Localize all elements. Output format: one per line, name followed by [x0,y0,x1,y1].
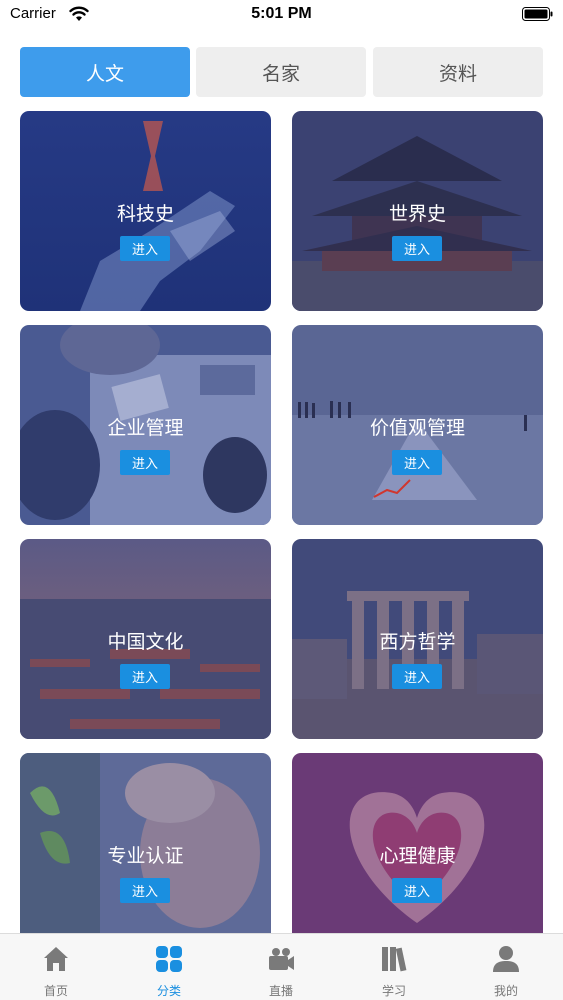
video-camera-icon [269,948,294,970]
tabbar-label: 学习 [381,984,406,998]
card-title: 企业管理 [107,417,184,439]
tabbar-item-study[interactable]: 学习 [338,934,450,1000]
home-icon [44,947,68,971]
enter-button[interactable]: 进入 [120,450,170,475]
books-icon [382,947,407,972]
tab-materials[interactable]: 资料 [373,47,543,97]
card-title: 西方哲学 [379,631,456,653]
card-title: 世界史 [388,203,446,225]
enter-button[interactable]: 进入 [120,664,170,689]
status-bar: Carrier 5:01 PM [0,0,563,30]
grid-icon [156,946,182,972]
card-tech-history[interactable]: 科技史 进入 [20,111,271,311]
bottom-tab-bar: 首页 分类 直播 学习 我的 [0,933,563,1000]
enter-button[interactable]: 进入 [392,878,442,903]
enter-button[interactable]: 进入 [120,236,170,261]
card-professional-certification[interactable]: 专业认证 进入 [20,753,271,953]
tabbar-item-live[interactable]: 直播 [225,934,337,1000]
enter-button[interactable]: 进入 [392,450,442,475]
card-western-philosophy[interactable]: 西方哲学 进入 [292,539,543,739]
tabbar-item-category[interactable]: 分类 [113,934,225,1000]
card-title: 中国文化 [107,631,184,653]
tabbar-label: 分类 [156,984,181,998]
card-title: 科技史 [116,203,174,225]
enter-button[interactable]: 进入 [392,664,442,689]
tabbar-item-home[interactable]: 首页 [0,934,112,1000]
enter-button[interactable]: 进入 [120,878,170,903]
card-chinese-culture[interactable]: 中国文化 进入 [20,539,271,739]
card-values-management[interactable]: 价值观管理 进入 [292,325,543,525]
tabbar-item-mine[interactable]: 我的 [450,934,562,1000]
person-icon [493,946,519,972]
tabbar-label: 我的 [493,984,518,998]
clock-time: 5:01 PM [251,5,312,22]
battery-icon [522,7,553,21]
tab-masters[interactable]: 名家 [196,47,366,97]
tab-humanities[interactable]: 人文 [20,47,190,97]
enter-button[interactable]: 进入 [392,236,442,261]
card-title: 价值观管理 [369,417,465,439]
card-world-history[interactable]: 世界史 进入 [292,111,543,311]
category-tabs: 人文 名家 资料 [20,47,543,97]
tabbar-label: 直播 [268,984,293,998]
card-title: 专业认证 [107,845,184,867]
card-mental-health[interactable]: 心理健康 进入 [292,753,543,953]
tabbar-label: 首页 [43,984,68,998]
card-title: 心理健康 [379,845,456,867]
card-business-management[interactable]: 企业管理 进入 [20,325,271,525]
